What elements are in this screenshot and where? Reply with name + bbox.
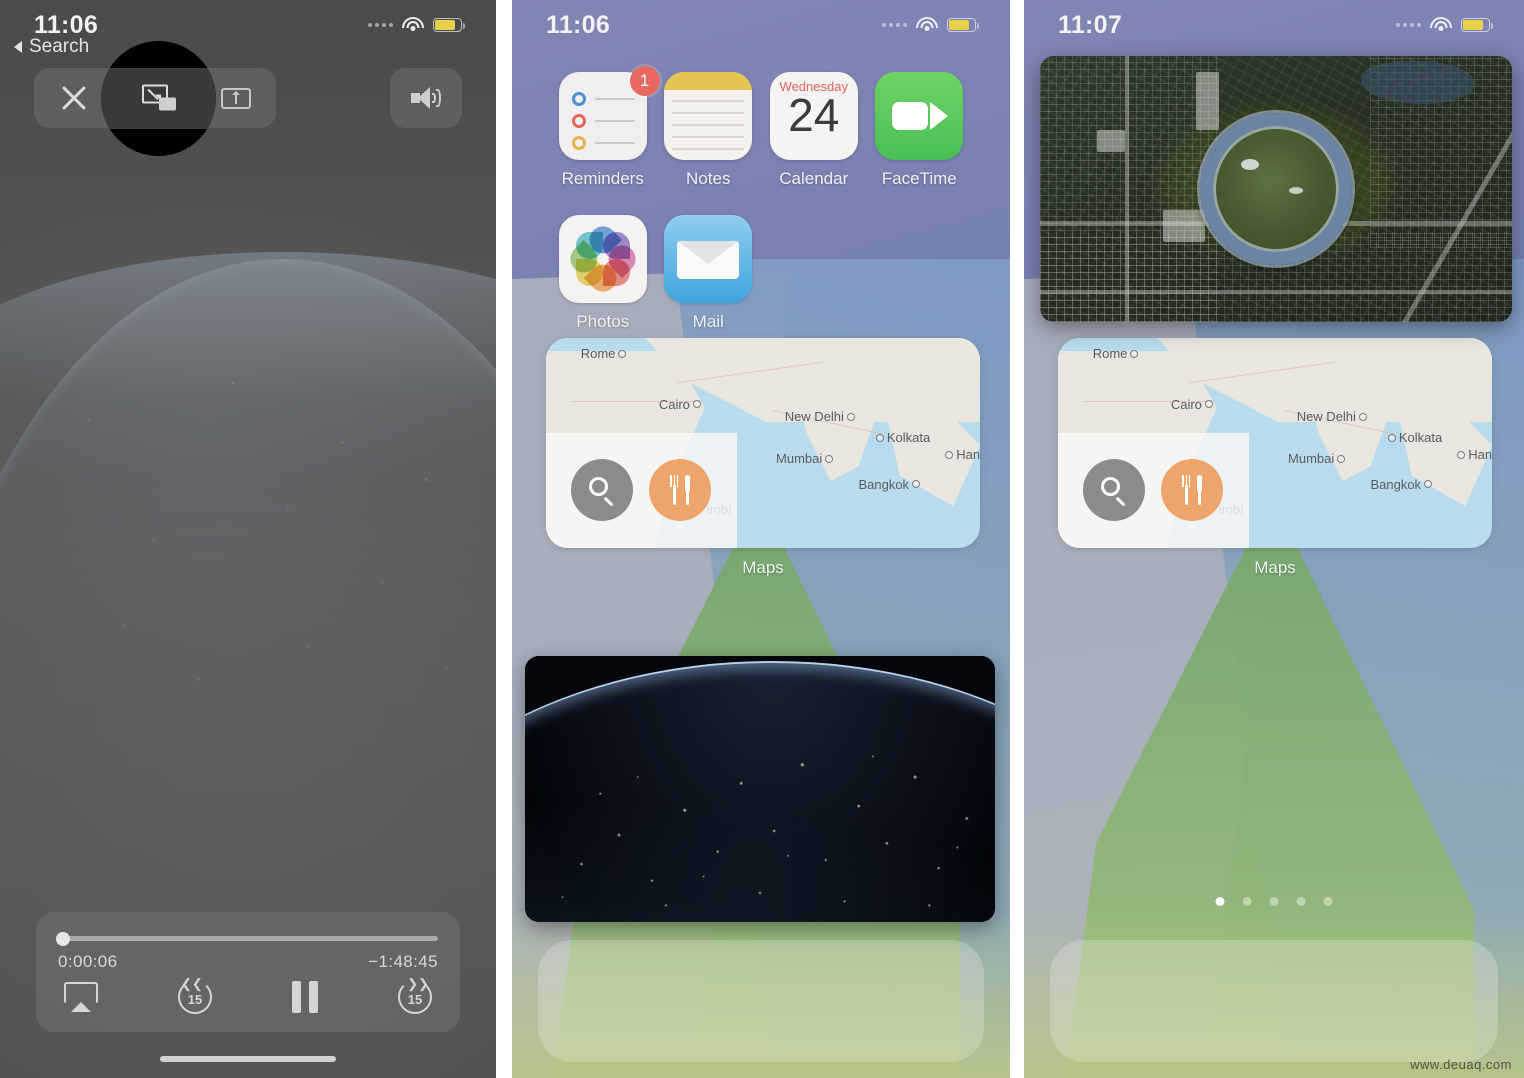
map-city-label: Kolkata [1387,430,1442,445]
widget-label: Maps [1254,558,1296,577]
app-label: Mail [692,312,724,331]
app-label: FaceTime [881,169,957,188]
app-label: Calendar [779,169,849,188]
city-lights [525,714,995,922]
app-icon-photos[interactable]: Photos [550,215,656,332]
page-dots[interactable] [1215,897,1333,906]
aspect-ratio-icon [220,87,251,109]
app-icon-facetime[interactable]: FaceTime [867,72,973,189]
phone-panel-home-screen-pip-top: 11:07 Rome Cairo New Delhi Kolkata Mumba… [1024,0,1524,1078]
calendar-day: 24 [788,89,840,141]
restaurant-icon [667,475,693,506]
mail-icon [664,215,753,303]
home-indicator[interactable] [160,1056,336,1062]
airplay-icon [64,982,98,1012]
map-city-label: Mumbai [776,451,834,466]
apple-park-ring-building [1200,113,1352,265]
maps-search-button[interactable] [571,459,634,522]
pip-button-highlight-spotlight [101,41,216,156]
screenshot-sheet: 11:06 Search 0:00:06 −1:48:45 ❮❮ 15 ❯❯ 1… [0,0,1524,1078]
widget-label: Maps [742,558,784,577]
volume-icon [411,87,441,109]
facetime-icon [875,72,964,160]
pause-button[interactable] [292,981,318,1013]
back-to-search-button[interactable]: Search [14,36,89,58]
scrubber-slider[interactable] [56,931,438,946]
back-label: Search [29,36,90,57]
map-city-label: Kolkata [875,430,930,445]
map-city-label: Hanoi [945,447,980,462]
app-label: Reminders [561,169,644,188]
map-city-label: Cairo [659,397,701,412]
transport-buttons: ❮❮ 15 ❯❯ 15 [58,977,438,1014]
maps-widget[interactable]: Rome Cairo New Delhi Kolkata Mumbai Hano… [1058,338,1492,578]
maps-widget-card[interactable]: Rome Cairo New Delhi Kolkata Mumbai Hano… [546,338,980,548]
pause-icon [292,981,318,1013]
close-button[interactable] [50,74,98,122]
search-icon [1101,477,1127,507]
maps-search-button[interactable] [1083,459,1146,522]
search-icon [589,477,615,507]
rewind-15-icon: ❮❮ 15 [178,977,212,1014]
forward-seconds: 15 [407,991,423,1007]
dock [538,940,984,1062]
calendar-icon: Wednesday 24 [769,72,858,160]
maps-widget-actions [1058,432,1249,548]
aspect-ratio-button[interactable] [212,74,260,122]
map-city-label: Cairo [1171,397,1213,412]
scrubber-knob[interactable] [56,931,70,946]
volume-button[interactable] [390,68,462,128]
close-icon [59,83,89,113]
airplay-button[interactable] [64,982,98,1012]
playback-controls-card: 0:00:06 −1:48:45 ❮❮ 15 ❯❯ 15 [36,912,460,1032]
watermark: www.deuaq.com [1410,1057,1512,1072]
map-city-label: Rome [581,346,627,361]
map-city-label: Mumbai [1288,451,1346,466]
picture-in-picture-icon-highlighted[interactable] [141,83,176,110]
maps-widget-actions [546,432,737,548]
phone-panel-home-screen-pip-bottom: 11:06 1 Reminders Notes Wednesday 24 Cal… [512,0,1010,1078]
app-label: Photos [576,312,630,331]
reminders-badge: 1 [629,66,660,96]
maps-restaurants-button[interactable] [649,459,712,522]
phone-panel-video-player: 11:06 Search 0:00:06 −1:48:45 ❮❮ 15 ❯❯ 1… [0,0,496,1078]
app-icon-mail[interactable]: Mail [656,215,762,332]
elapsed-time: 0:00:06 [58,952,118,971]
map-city-label: New Delhi [1297,409,1367,424]
app-icon-notes[interactable]: Notes [656,72,762,189]
app-icon-calendar[interactable]: Wednesday 24 Calendar [761,72,867,189]
maps-widget[interactable]: Rome Cairo New Delhi Kolkata Mumbai Hano… [546,338,980,578]
map-city-label: Bangkok [858,477,921,492]
remaining-time: −1:48:45 [368,952,438,971]
map-city-label: New Delhi [785,409,855,424]
map-city-label: Rome [1093,346,1139,361]
app-grid: 1 Reminders Notes Wednesday 24 Calendar [550,66,973,332]
time-labels: 0:00:06 −1:48:45 [58,952,438,972]
restaurant-icon [1179,475,1205,506]
pip-window-video[interactable] [525,656,995,922]
notes-icon [664,72,753,160]
rewind-15-button[interactable]: ❮❮ 15 [178,977,212,1014]
maps-widget-card[interactable]: Rome Cairo New Delhi Kolkata Mumbai Hano… [1058,338,1492,548]
back-chevron-icon [14,41,22,53]
app-icon-reminders[interactable]: 1 Reminders [550,66,660,189]
dock [1050,940,1498,1062]
rewind-seconds: 15 [187,991,203,1007]
map-city-label: Hanoi [1457,447,1492,462]
app-label: Notes [686,169,731,188]
forward-15-button[interactable]: ❯❯ 15 [398,977,432,1014]
pip-window-satellite-map[interactable] [1040,56,1512,322]
map-city-label: Bangkok [1370,477,1433,492]
photos-icon [558,215,647,303]
forward-15-icon: ❯❯ 15 [398,977,432,1014]
maps-restaurants-button[interactable] [1161,459,1224,522]
